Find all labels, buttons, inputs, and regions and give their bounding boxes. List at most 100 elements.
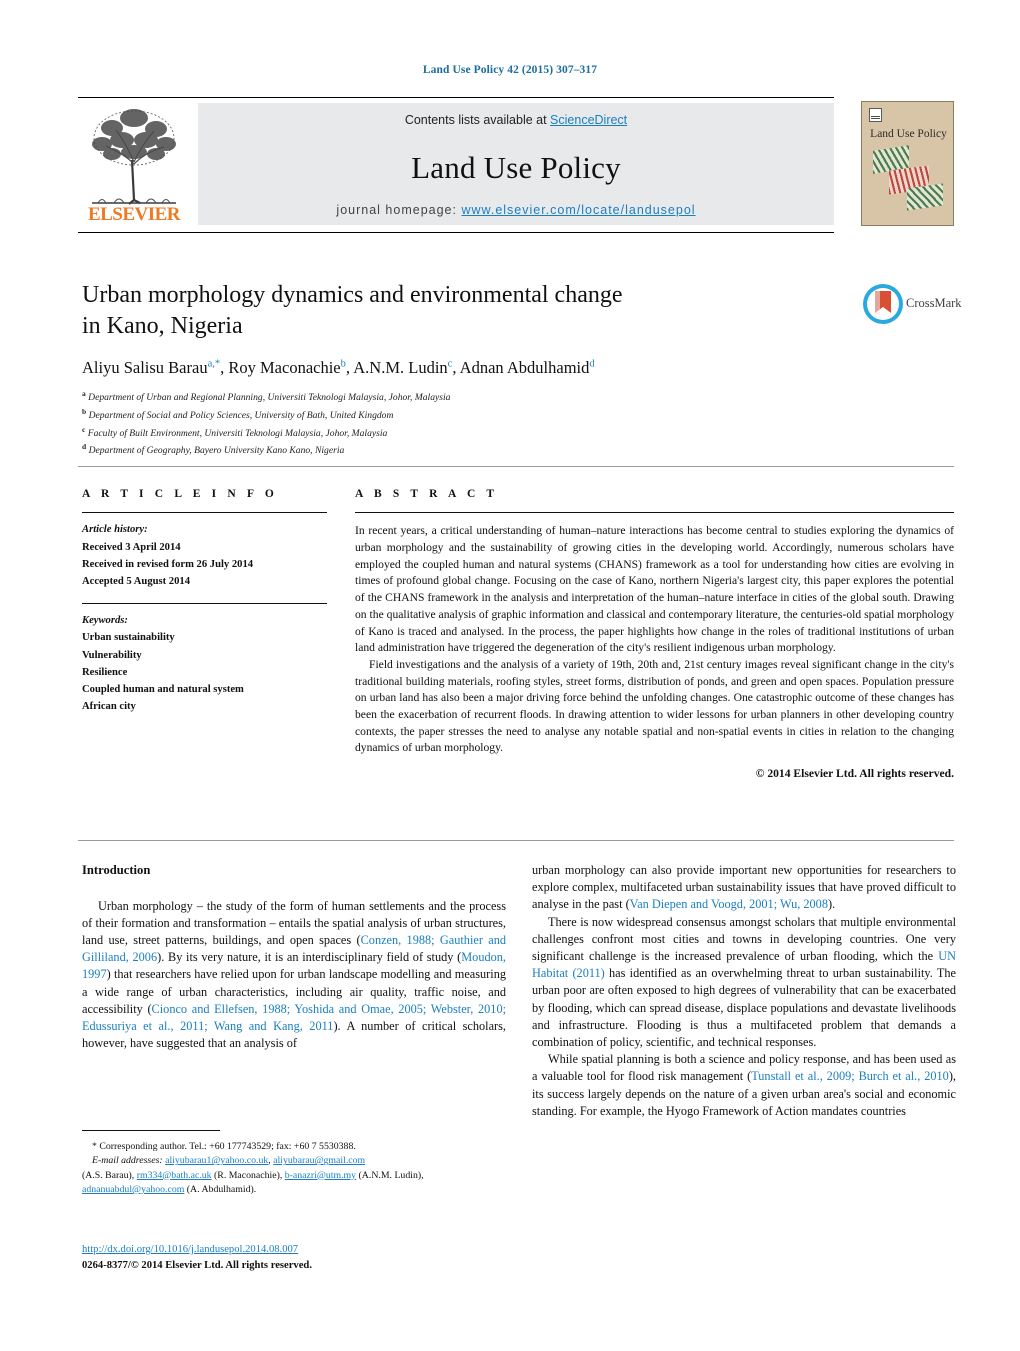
cover-elsevier-mark-icon xyxy=(869,108,882,122)
crossmark-label: CrossMark xyxy=(906,296,962,310)
affiliation-mark: d xyxy=(82,442,87,452)
citation-link[interactable]: Tunstall et al., 2009; Burch et al., 201… xyxy=(751,1069,949,1083)
elsevier-wordmark: ELSEVIER xyxy=(87,204,181,225)
body-column-right: urban morphology can also provide import… xyxy=(532,862,956,1120)
journal-homepage-link[interactable]: www.elsevier.com/locate/landusepol xyxy=(461,203,695,217)
email-owner: (A.S. Barau), xyxy=(82,1169,135,1181)
abstract-copyright: © 2014 Elsevier Ltd. All rights reserved… xyxy=(755,767,954,781)
doi-link[interactable]: http://dx.doi.org/10.1016/j.landusepol.2… xyxy=(82,1244,298,1255)
email-link[interactable]: b-anazri@utm.my xyxy=(285,1170,356,1181)
abstract-section-rule-top xyxy=(78,466,954,467)
affiliation-mark: c xyxy=(82,424,86,434)
footnote-block: * Corresponding author. Tel.: +60 177743… xyxy=(82,1140,506,1197)
citation-link[interactable]: Van Diepen and Voogd, 2001; Wu, 2008 xyxy=(630,897,828,911)
email-link[interactable]: adnanuabdul@yahoo.com xyxy=(82,1184,184,1195)
author-affiliation-mark: b xyxy=(340,358,346,370)
elsevier-logo: ELSEVIER xyxy=(82,104,186,226)
email-owner: (A.N.M. Ludin), xyxy=(358,1169,424,1181)
elsevier-tree-icon xyxy=(92,109,176,205)
running-head: Land Use Policy 42 (2015) 307–317 xyxy=(422,64,598,76)
article-history-item: Received 3 April 2014 xyxy=(82,541,181,553)
email-owner: (R. Maconachie), xyxy=(214,1169,283,1181)
keyword-item: Resilience xyxy=(82,666,128,678)
author-affiliation-mark: d xyxy=(589,358,595,370)
email-owner: (A. Abdulhamid). xyxy=(186,1183,257,1195)
page-title: Urban morphology dynamics and environmen… xyxy=(82,280,782,341)
keyword-item: Coupled human and natural system xyxy=(82,683,244,695)
keyword-item: Vulnerability xyxy=(82,649,142,661)
contents-list-line: Contents lists available at ScienceDirec… xyxy=(198,113,834,127)
affiliation-text: Department of Geography, Bayero Universi… xyxy=(88,445,345,457)
affiliation-item: d Department of Geography, Bayero Univer… xyxy=(82,441,782,459)
article-info-divider xyxy=(82,512,327,514)
article-history-label: Article history: xyxy=(82,524,148,536)
article-title-line1: Urban morphology dynamics and environmen… xyxy=(82,282,623,308)
affiliation-text: Department of Social and Policy Sciences… xyxy=(88,409,394,421)
body-text-run: ). By its very nature, it is an interdis… xyxy=(157,950,462,965)
header-rule-bottom xyxy=(78,232,834,233)
abstract-paragraph: In recent years, a critical understandin… xyxy=(355,524,954,655)
article-info-divider-2 xyxy=(82,603,327,605)
body-text-run: ). xyxy=(827,897,836,912)
author-name: Roy Maconachie xyxy=(228,358,341,378)
article-page: Land Use Policy 42 (2015) 307–317 Conten… xyxy=(0,0,1020,1351)
affiliation-item: b Department of Social and Policy Scienc… xyxy=(82,406,782,424)
email-addresses-label: E-mail addresses: xyxy=(92,1155,163,1167)
article-title-line2: in Kano, Nigeria xyxy=(82,312,243,339)
author-name: Aliyu Salisu Barau xyxy=(82,358,208,378)
article-history-group: Article history: Received 3 April 2014 R… xyxy=(82,521,327,590)
author-name: A.N.M. Ludin xyxy=(353,358,448,378)
affiliation-text: Faculty of Built Environment, Universiti… xyxy=(87,427,388,439)
abstract-section-rule-bottom xyxy=(78,840,954,841)
author-affiliation-mark: c xyxy=(447,358,453,370)
article-info-column: A R T I C L E I N F O Article history: R… xyxy=(82,488,327,715)
cover-title: Land Use Policy xyxy=(870,128,947,140)
abstract-divider xyxy=(355,512,954,514)
title-block: Urban morphology dynamics and environmen… xyxy=(82,280,782,379)
affiliation-list: a Department of Urban and Regional Plann… xyxy=(82,388,782,459)
issn-copyright: 0264-8377/© 2014 Elsevier Ltd. All right… xyxy=(82,1260,312,1272)
author-list: Aliyu Salisu Baraua,*, Roy Maconachieb, … xyxy=(82,358,595,378)
journal-homepage-line: journal homepage: www.elsevier.com/locat… xyxy=(198,203,834,217)
body-paragraph: There is now widespread consensus amongs… xyxy=(532,914,956,1052)
abstract-paragraph: Field investigations and the analysis of… xyxy=(355,657,954,755)
footnote-rule xyxy=(82,1130,220,1132)
body-text-run: There is now widespread consensus amongs… xyxy=(532,914,956,964)
email-link[interactable]: aliyubarau1@yahoo.co.uk xyxy=(165,1155,268,1166)
author-name: Adnan Abdulhamid xyxy=(459,358,590,378)
article-history-item: Accepted 5 August 2014 xyxy=(82,575,190,587)
affiliation-text: Department of Urban and Regional Plannin… xyxy=(88,392,451,404)
body-paragraph: While spatial planning is both a science… xyxy=(532,1051,956,1120)
affiliation-mark: a xyxy=(82,389,86,398)
body-paragraph: Urban morphology – the study of the form… xyxy=(82,898,506,1053)
abstract-body: In recent years, a critical understandin… xyxy=(355,523,954,757)
keywords-label: Keywords: xyxy=(82,615,128,627)
email-addresses-line: E-mail addresses: aliyubarau1@yahoo.co.u… xyxy=(82,1154,506,1197)
abstract-heading: A B S T R A C T xyxy=(355,488,499,500)
email-link[interactable]: rm334@bath.ac.uk xyxy=(137,1170,212,1181)
article-history-item: Received in revised form 26 July 2014 xyxy=(82,558,254,570)
journal-cover-thumbnail: Land Use Policy xyxy=(861,101,954,226)
sciencedirect-link[interactable]: ScienceDirect xyxy=(550,113,627,127)
contents-prefix: Contents lists available at xyxy=(404,113,551,127)
keyword-item: African city xyxy=(82,700,136,712)
affiliation-item: a Department of Urban and Regional Plann… xyxy=(82,388,782,406)
crossmark-badge[interactable]: CrossMark xyxy=(862,283,962,329)
header-rule-top xyxy=(78,97,834,98)
corresponding-author-note: * Corresponding author. Tel.: +60 177743… xyxy=(92,1141,356,1152)
email-link[interactable]: aliyubarau@gmail.com xyxy=(273,1155,365,1166)
journal-name: Land Use Policy xyxy=(411,150,621,185)
abstract-column: A B S T R A C T In recent years, a criti… xyxy=(355,488,954,780)
homepage-prefix: journal homepage: xyxy=(336,203,462,217)
article-info-heading: A R T I C L E I N F O xyxy=(82,488,278,500)
section-heading-introduction: Introduction xyxy=(82,863,151,877)
affiliation-mark: b xyxy=(82,406,87,416)
keywords-group: Keywords: Urban sustainability Vulnerabi… xyxy=(82,612,327,715)
footer-identifiers: http://dx.doi.org/10.1016/j.landusepol.2… xyxy=(82,1242,542,1274)
crossmark-icon xyxy=(863,284,903,324)
body-column-left: Introduction Urban morphology – the stud… xyxy=(82,862,506,1052)
body-paragraph: urban morphology can also provide import… xyxy=(532,862,956,914)
keyword-item: Urban sustainability xyxy=(82,632,175,644)
affiliation-item: c Faculty of Built Environment, Universi… xyxy=(82,424,782,442)
author-affiliation-mark: a,* xyxy=(207,358,221,370)
